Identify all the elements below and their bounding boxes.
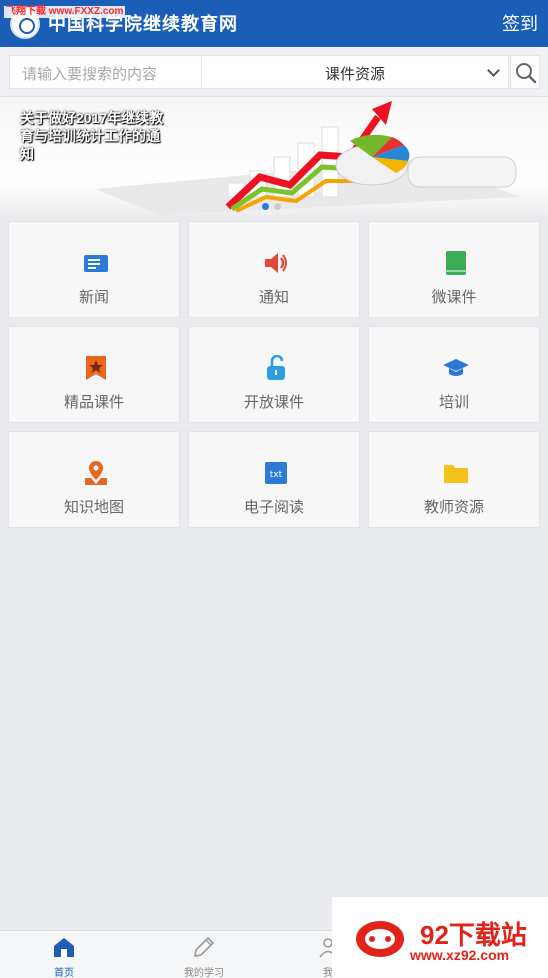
tile-premium-course[interactable]: 精品课件 xyxy=(8,326,180,423)
category-select-value: 课件资源 xyxy=(324,66,385,83)
banner-caption: 关于做好2017年继续教育与培训统计工作的通知 xyxy=(20,110,164,162)
tile-training[interactable]: 培训 xyxy=(368,326,540,423)
tile-label: 教师资源 xyxy=(423,499,484,516)
signin-button[interactable]: 签到 xyxy=(502,10,538,36)
bookmark-star-icon xyxy=(86,356,106,380)
chevron-down-icon xyxy=(487,64,500,77)
carousel-dots xyxy=(262,197,286,215)
watermark-top-left: 飞翔下载 www.FXXZ.com xyxy=(4,6,126,18)
gamepad-logo-icon xyxy=(356,921,404,957)
nav-label: 我的学习 xyxy=(184,968,224,978)
map-pin-icon xyxy=(85,461,107,485)
tile-e-reading[interactable]: txt 电子阅读 xyxy=(188,431,360,528)
tile-label: 精品课件 xyxy=(63,394,124,411)
folder-icon xyxy=(444,465,468,483)
search-icon xyxy=(516,63,537,84)
tile-label: 电子阅读 xyxy=(243,499,304,516)
nav-home[interactable]: 首页 xyxy=(24,931,104,978)
svg-text:txt: txt xyxy=(270,470,283,480)
tile-teacher-resources[interactable]: 教师资源 xyxy=(368,431,540,528)
pencil-icon xyxy=(194,936,215,957)
tile-label: 通知 xyxy=(258,289,289,306)
tile-micro-course[interactable]: 微课件 xyxy=(368,221,540,318)
banner-carousel[interactable]: 关于做好2017年继续教育与培训统计工作的通知 xyxy=(0,97,548,215)
speaker-icon xyxy=(265,253,287,273)
carousel-dot[interactable] xyxy=(274,203,281,210)
nav-my-learning[interactable]: 我的学习 xyxy=(164,931,244,978)
watermark-bottom-right: 92下载站 www.xz92.com xyxy=(332,897,548,978)
tile-label: 开放课件 xyxy=(243,394,304,411)
app-header: 中国科学院继续教育网 签到 飞翔下载 www.FXXZ.com xyxy=(0,0,548,47)
search-button[interactable] xyxy=(510,55,540,89)
home-icon xyxy=(54,938,74,957)
graduation-cap-icon xyxy=(443,359,469,376)
tile-label: 知识地图 xyxy=(63,499,124,516)
tile-label: 培训 xyxy=(438,394,469,411)
tile-news[interactable]: 新闻 xyxy=(8,221,180,318)
tile-open-course[interactable]: 开放课件 xyxy=(188,326,360,423)
search-input[interactable]: 请输入要搜索的内容 xyxy=(9,55,201,89)
watermark-url: www.xz92.com xyxy=(410,947,510,963)
search-bar: 请输入要搜索的内容 课件资源 xyxy=(0,47,548,97)
txt-file-icon: txt xyxy=(265,462,287,484)
tile-label: 新闻 xyxy=(78,289,109,306)
unlock-icon xyxy=(267,355,285,380)
carousel-dot[interactable] xyxy=(262,203,269,210)
tile-knowledge-map[interactable]: 知识地图 xyxy=(8,431,180,528)
nav-label: 首页 xyxy=(54,968,74,978)
tile-notice[interactable]: 通知 xyxy=(188,221,360,318)
category-select[interactable]: 课件资源 xyxy=(201,55,509,89)
book-icon xyxy=(446,251,466,275)
news-icon xyxy=(84,255,108,272)
tile-label: 微课件 xyxy=(431,289,477,306)
